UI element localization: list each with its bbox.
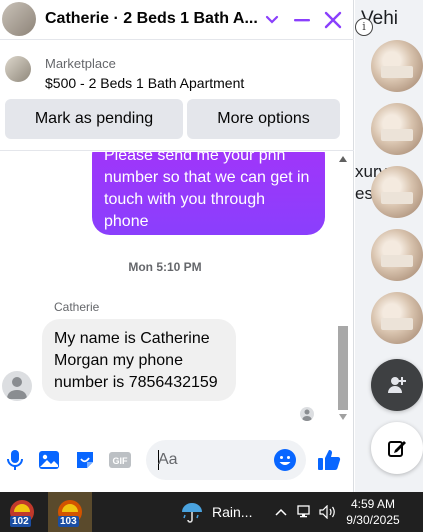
listing-thumbnail[interactable] [371, 229, 423, 281]
taskbar-badge: 103 [58, 516, 79, 527]
listing-source-label: Marketplace [45, 56, 116, 71]
sender-name: Catherie [54, 300, 100, 314]
people-plus-icon [388, 377, 406, 393]
person-icon [302, 409, 312, 421]
taskbar: 102 103 Rain... 4:59 AM 9/30/2025 [0, 492, 423, 532]
send-like-button[interactable] [316, 447, 342, 473]
attach-media-button[interactable] [36, 447, 62, 473]
taskbar-app-2[interactable]: 103 [48, 492, 92, 532]
contact-avatar[interactable] [2, 2, 36, 36]
weather-widget[interactable]: Rain... [180, 492, 252, 532]
listing-thumbnail[interactable] [5, 56, 31, 82]
emoji-button[interactable] [273, 448, 297, 472]
person-icon [7, 377, 27, 399]
outgoing-message[interactable]: Please send me your phn number so that w… [92, 152, 325, 235]
new-message-button[interactable] [371, 422, 423, 474]
marketplace-listing-panel: Marketplace $500 - 2 Beds 1 Bath Apartme… [0, 41, 354, 151]
gif-button[interactable]: GIF [107, 447, 133, 473]
photo-icon [39, 451, 59, 469]
gif-icon: GIF [109, 452, 131, 468]
more-options-button[interactable]: More options [187, 99, 340, 139]
taskbar-app-1[interactable]: 102 [0, 492, 44, 532]
chevron-up-icon [275, 508, 287, 516]
scroll-up-arrow-icon[interactable] [339, 156, 347, 162]
sticker-button[interactable] [72, 447, 98, 473]
close-chat-button[interactable] [321, 8, 345, 32]
chevron-down-icon [265, 15, 279, 24]
clock-time: 4:59 AM [350, 497, 396, 511]
message-input[interactable] [158, 440, 268, 480]
speaker-icon [319, 505, 335, 519]
sticker-icon [77, 452, 93, 468]
sender-avatar[interactable] [2, 371, 32, 401]
volume-button[interactable] [319, 503, 337, 521]
clock-date: 9/30/2025 [346, 513, 400, 527]
listing-thumbnail[interactable] [371, 103, 423, 155]
system-clock[interactable]: 4:59 AM 9/30/2025 [340, 496, 406, 528]
scrollbar-thumb[interactable] [338, 326, 348, 410]
listing-thumbnail[interactable] [371, 166, 423, 218]
chat-title[interactable]: Catherie · 2 Beds 1 Bath A... [45, 10, 258, 28]
mark-as-pending-button[interactable]: Mark as pending [5, 99, 183, 139]
minimize-icon [294, 19, 310, 22]
close-icon [324, 11, 342, 29]
thumbs-up-icon [318, 450, 341, 470]
taskbar-badge: 102 [10, 516, 31, 527]
weather-text: Rain... [212, 504, 253, 520]
voice-clip-button[interactable] [2, 447, 28, 473]
listing-thumbnail[interactable] [371, 40, 423, 92]
scroll-down-arrow-icon[interactable] [339, 414, 347, 420]
network-icon [297, 505, 310, 518]
umbrella-rain-icon [182, 503, 202, 523]
message-composer: GIF [0, 437, 354, 483]
message-thread: Please send me your phn number so that w… [0, 152, 354, 424]
smiley-icon [274, 449, 296, 471]
svg-text:GIF: GIF [113, 456, 129, 466]
message-timestamp: Mon 5:10 PM [128, 260, 202, 274]
message-input-container[interactable] [146, 440, 306, 480]
compose-icon [388, 441, 406, 457]
chat-header: Catherie · 2 Beds 1 Bath A... [0, 0, 354, 40]
listing-thumbnail[interactable] [371, 292, 423, 344]
read-receipt-avatar [300, 407, 314, 421]
info-icon[interactable]: i [355, 18, 373, 36]
incoming-message[interactable]: My name is Catherine Morgan my phone num… [42, 319, 236, 401]
microphone-icon [7, 450, 23, 470]
message-scrollbar[interactable] [336, 152, 350, 424]
chat-options-button[interactable] [260, 8, 284, 32]
new-group-chat-button[interactable] [371, 359, 423, 411]
listing-description[interactable]: $500 - 2 Beds 1 Bath Apartment [45, 75, 244, 91]
chat-window: Catherie · 2 Beds 1 Bath A... Marketplac… [0, 0, 354, 492]
network-status-button[interactable] [296, 503, 314, 521]
show-hidden-icons-button[interactable] [272, 503, 290, 521]
minimize-button[interactable] [290, 8, 314, 32]
